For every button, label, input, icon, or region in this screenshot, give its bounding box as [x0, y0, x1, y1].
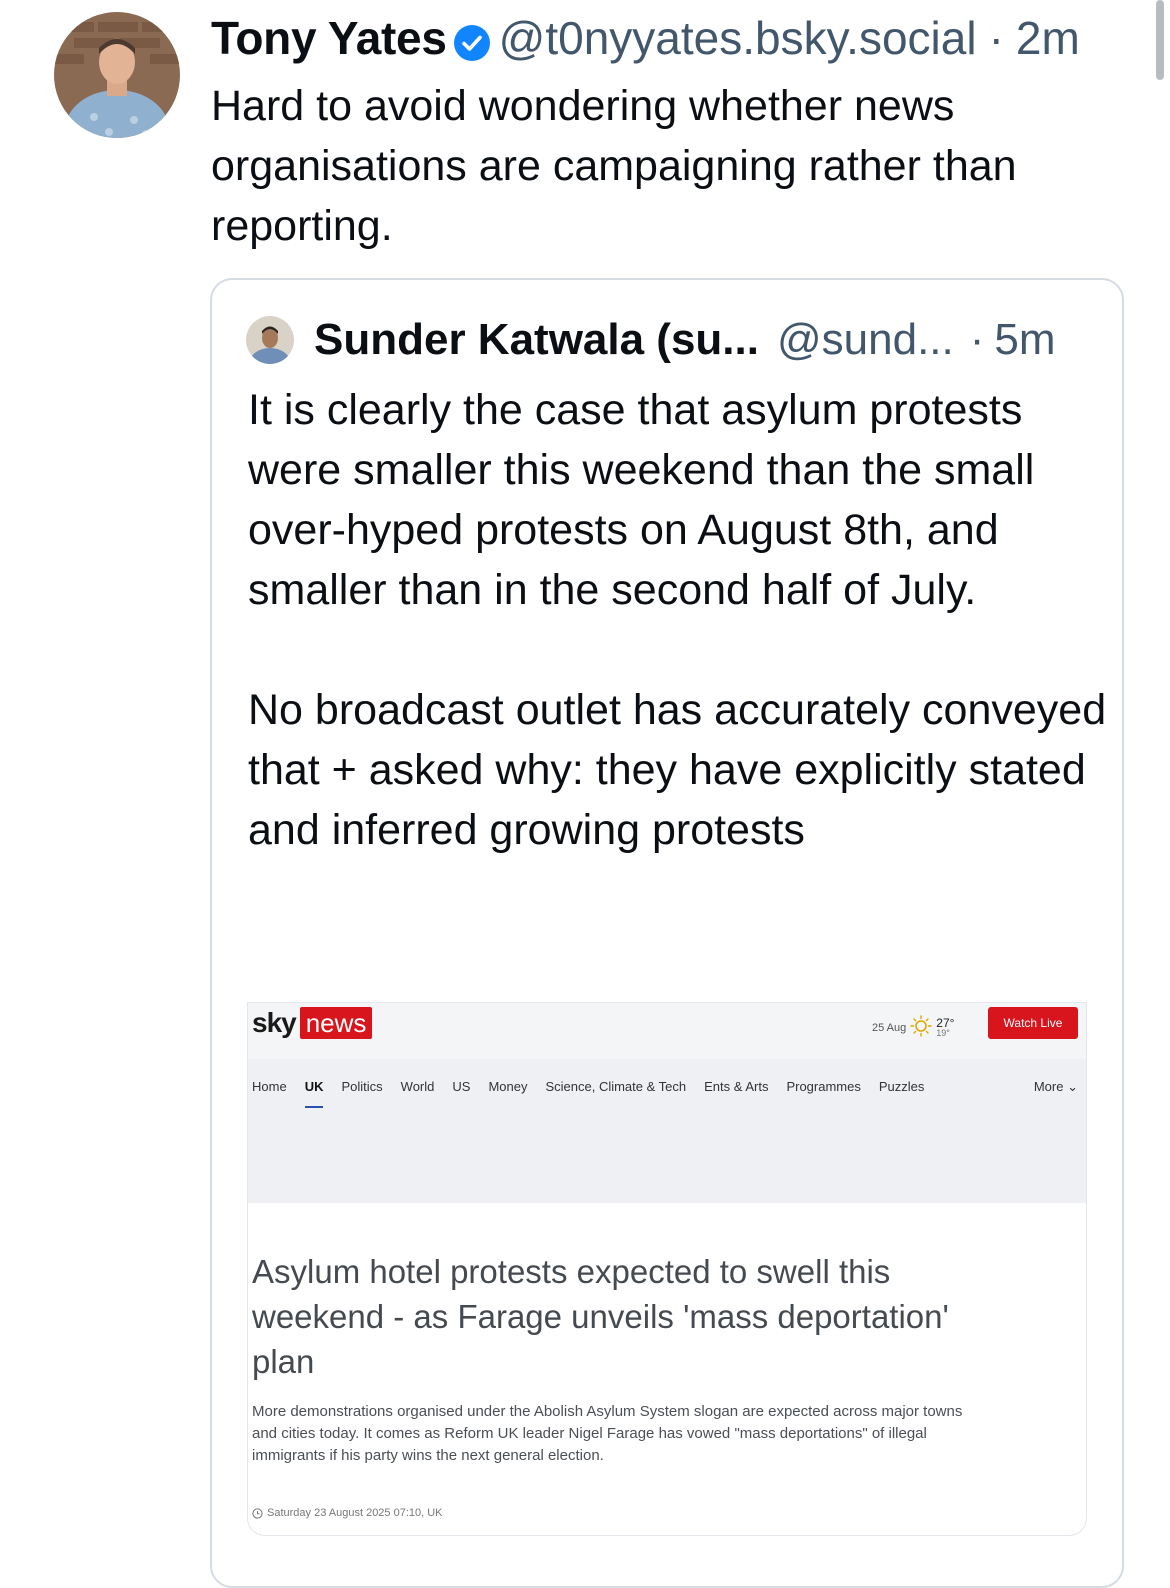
post-header: Tony Yates @t0nyyates.bsky.social · 2m [211, 8, 1141, 68]
author-avatar[interactable] [54, 12, 180, 138]
quoted-post-text: It is clearly the case that asylum prote… [248, 380, 1108, 860]
post-time[interactable]: 2m [1016, 11, 1080, 65]
sky-logo-word: sky [252, 1007, 297, 1038]
quoted-author-avatar[interactable] [246, 316, 294, 364]
verified-badge-icon [453, 19, 491, 61]
weather-widget: 25 Aug 27° 19° [872, 1015, 954, 1040]
weather-date: 25 Aug [872, 1021, 907, 1034]
nav-more-label: More [1033, 1079, 1064, 1094]
nav-more: More ⌄ [1034, 1079, 1078, 1095]
nav-money: Money [488, 1078, 528, 1094]
nav-puzzles: Puzzles [878, 1078, 925, 1094]
author-name[interactable]: Tony Yates [211, 11, 447, 65]
scrollbar-thumb[interactable] [1156, 0, 1164, 80]
sun-icon [910, 1015, 932, 1040]
scrollbar[interactable] [1150, 0, 1170, 1568]
nav-programmes: Programmes [786, 1078, 861, 1094]
clock-icon [252, 1507, 263, 1519]
article-headline: Asylum hotel protests expected to swell … [252, 1253, 949, 1380]
nav-uk: UK [296, 1079, 333, 1108]
nav-world: World [400, 1078, 435, 1094]
quoted-author-name[interactable]: Sunder Katwala (su... [314, 315, 759, 365]
article-standfirst: More demonstrations organised under the … [252, 1403, 963, 1464]
sky-header-area [248, 1003, 1086, 1203]
chevron-down-icon: ⌄ [1067, 1079, 1078, 1094]
weather-low: 19° [936, 1027, 950, 1038]
sky-top-band [248, 1003, 1086, 1059]
article-dateline: Saturday 23 August 2025 07:10, UK [252, 1507, 443, 1519]
quoted-author-handle[interactable]: @sund... [777, 315, 954, 365]
nav-us: US [452, 1078, 471, 1094]
quoted-paragraph-1: It is clearly the case that asylum prote… [248, 386, 1035, 614]
embedded-screenshot[interactable]: sky news 25 Aug 27° 19° Watch Live Home … [247, 1002, 1087, 1536]
quoted-paragraph-2: No broadcast outlet has accurately conve… [248, 686, 1107, 854]
post-text: Hard to avoid wondering whether news org… [211, 82, 1017, 250]
quoted-post-time[interactable]: 5m [994, 315, 1055, 365]
watch-live-button: Watch Live [988, 1007, 1078, 1039]
nav-home: Home [252, 1078, 287, 1094]
sky-nav-bar: Home UK Politics World US Money Science,… [248, 1071, 1086, 1108]
nav-science: Science, Climate & Tech [545, 1078, 687, 1094]
dateline-text: Saturday 23 August 2025 07:10, UK [267, 1507, 443, 1519]
news-logo-box: news [299, 1007, 373, 1039]
author-handle[interactable]: @t0nyyates.bsky.social [499, 11, 977, 65]
weather-temps: 27° 19° [936, 1015, 955, 1038]
nav-ents-arts: Ents & Arts [704, 1078, 769, 1094]
quoted-post-header: Sunder Katwala (su... @sund... · 5m [314, 310, 1104, 370]
separator-dot: · [988, 12, 1004, 64]
sky-news-logo: sky news [252, 1007, 373, 1039]
nav-politics: Politics [341, 1078, 383, 1094]
weather-high: 27° [936, 1015, 955, 1030]
separator-dot: · [969, 315, 985, 364]
